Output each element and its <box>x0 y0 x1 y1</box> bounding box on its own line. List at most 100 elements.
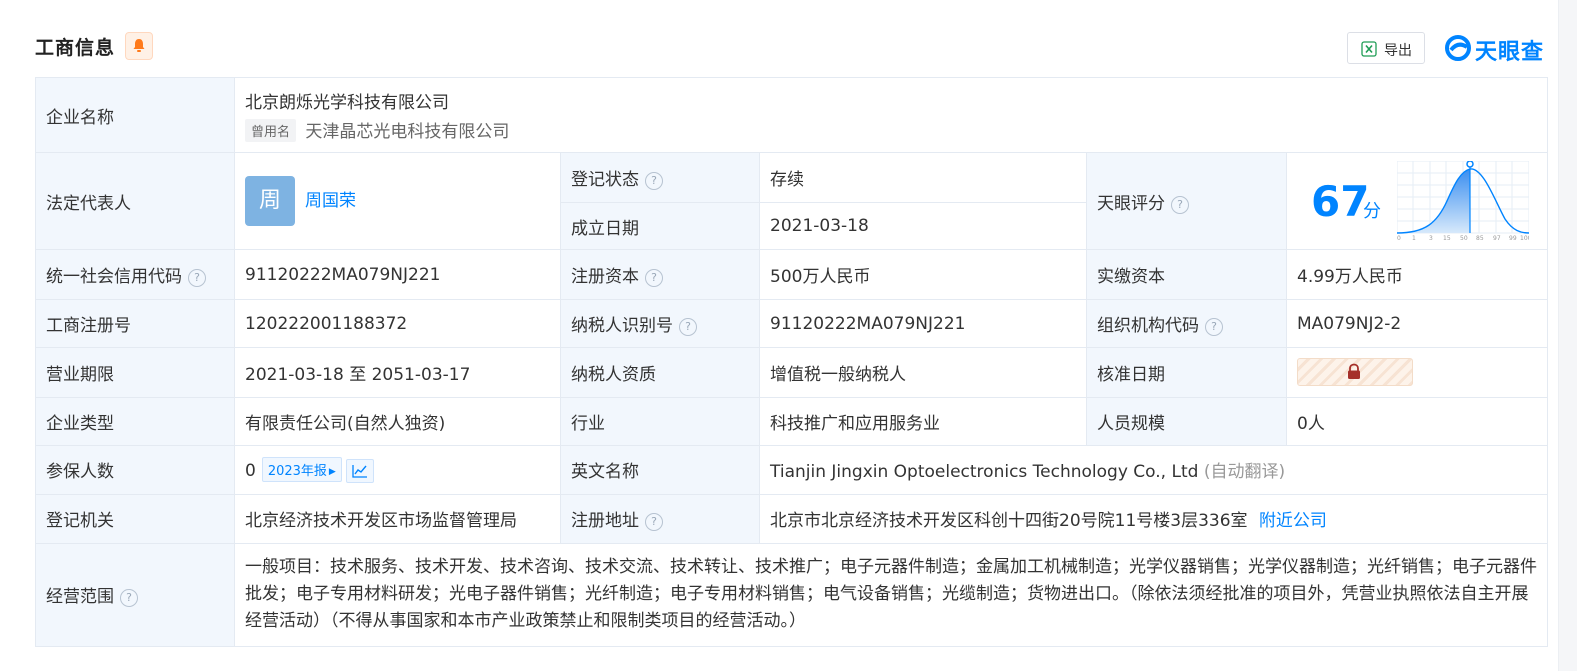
score-label-cell: 天眼评分? <box>1086 152 1287 251</box>
org-code-label-cell: 组织机构代码? <box>1086 299 1287 349</box>
export-button[interactable]: 导出 <box>1347 32 1425 64</box>
chart-tick: 97 <box>1493 235 1501 241</box>
nearby-companies-link[interactable]: 附近公司 <box>1259 511 1327 531</box>
scope-label: 经营范围 <box>46 587 114 608</box>
score-distribution-chart: 0 1 3 15 50 85 97 99 100 <box>1397 161 1529 241</box>
chart-tick: 99 <box>1509 235 1517 241</box>
approve-date-cell <box>1285 347 1549 398</box>
help-icon[interactable]: ? <box>645 269 663 288</box>
approve-date-label: 核准日期 <box>1086 347 1287 398</box>
trend-chart-button[interactable] <box>345 458 374 483</box>
founded-value: 2021-03-18 <box>759 202 1087 251</box>
founded-label: 成立日期 <box>560 202 760 251</box>
table-row: 营业期限 2021-03-18 至 2051-03-17 纳税人资质 增值税一般… <box>35 347 1549 398</box>
taxpayer-id-label: 纳税人识别号 <box>571 316 673 337</box>
help-icon[interactable]: ? <box>645 513 663 532</box>
score-value: 67 <box>1311 177 1370 227</box>
chart-tick: 3 <box>1429 235 1433 241</box>
reg-capital-value: 500万人民币 <box>759 249 1087 301</box>
chart-tick: 100 <box>1520 235 1529 241</box>
staff-value: 0人 <box>1285 396 1549 446</box>
table-row: 法定代表人 周周国荣 登记状态? 存续 天眼评分? 67 分 0 1 3 15 … <box>35 152 1549 251</box>
business-info-panel: 工商信息 导出 天眼查 企业名称 北京朗烁光学科技有限公司 曾用名 天津晶芯光电… <box>0 0 1577 671</box>
reg-capital-label: 注册资本 <box>571 267 639 288</box>
en-name-note: (自动翻译) <box>1203 462 1286 483</box>
en-name-cell: Tianjin Jingxin Optoelectronics Technolo… <box>758 444 1549 495</box>
table-row: 参保人数 0 2023年报 ▶ 英文名称 Tianjin Jingxin Optoe… <box>35 444 1549 495</box>
credit-code-label: 统一社会信用代码 <box>46 267 182 288</box>
tianyancha-logo-icon <box>1445 35 1471 61</box>
annual-report-year: 2023年报 <box>267 463 327 479</box>
scope-label-cell: 经营范围? <box>35 542 235 648</box>
table-row: 企业类型 有限责任公司(自然人独资) 行业 科技推广和应用服务业 人员规模 0人 <box>35 396 1549 446</box>
en-name-label: 英文名称 <box>560 444 760 495</box>
line-chart-icon <box>352 464 367 478</box>
section-title: 工商信息 <box>35 37 116 59</box>
reg-status-value: 存续 <box>759 152 1087 204</box>
company-name: 北京朗烁光学科技有限公司 <box>245 93 449 114</box>
score-label: 天眼评分 <box>1097 193 1165 214</box>
page-scrollbar[interactable] <box>1558 0 1577 671</box>
business-info-table: 企业名称 北京朗烁光学科技有限公司 曾用名 天津晶芯光电科技有限公司 法定代表人… <box>35 76 1549 648</box>
chart-tick: 15 <box>1443 235 1451 241</box>
table-row: 登记机关 北京经济技术开发区市场监督管理局 注册地址? 北京市北京经济技术开发区… <box>35 493 1549 544</box>
chart-tick: 85 <box>1476 235 1484 241</box>
scope-value: 一般项目：技术服务、技术开发、技术咨询、技术交流、技术转让、技术推广；电子元器件… <box>233 542 1549 648</box>
reg-capital-label-cell: 注册资本? <box>560 249 760 301</box>
term-label: 营业期限 <box>35 347 235 398</box>
help-icon[interactable]: ? <box>188 269 206 288</box>
address-value: 北京市北京经济技术开发区科创十四街20号院11号楼3层336室 <box>770 511 1248 532</box>
caret-right-icon: ▶ <box>328 466 336 477</box>
tax-qual-value: 增值税一般纳税人 <box>759 347 1087 398</box>
industry-value: 科技推广和应用服务业 <box>759 396 1087 446</box>
legal-rep-link[interactable]: 周国荣 <box>305 191 356 211</box>
bell-icon[interactable] <box>125 32 153 60</box>
insured-value: 0 <box>245 460 256 481</box>
table-row: 统一社会信用代码? 91120222MA079NJ221 注册资本? 500万人… <box>35 249 1549 301</box>
reg-no-value: 120222001188372 <box>234 299 561 349</box>
authority-value: 北京经济技术开发区市场监督管理局 <box>234 493 561 544</box>
left-gutter <box>0 0 14 671</box>
lock-icon <box>1348 364 1360 380</box>
type-label: 企业类型 <box>35 396 235 446</box>
tianyancha-logo: 天眼查 <box>1445 33 1549 65</box>
avatar[interactable]: 周 <box>245 176 295 227</box>
table-row: 经营范围? 一般项目：技术服务、技术开发、技术咨询、技术交流、技术转让、技术推广… <box>35 542 1549 648</box>
export-label: 导出 <box>1384 43 1412 59</box>
former-name-row: 曾用名 天津晶芯光电科技有限公司 <box>245 117 1537 143</box>
chart-tick: 0 <box>1397 235 1401 241</box>
table-row: 企业名称 北京朗烁光学科技有限公司 曾用名 天津晶芯光电科技有限公司 <box>35 76 1549 154</box>
type-value: 有限责任公司(自然人独资) <box>234 396 561 446</box>
legal-rep-label: 法定代表人 <box>35 152 235 251</box>
brand-name: 天眼查 <box>1475 40 1545 65</box>
term-value: 2021-03-18 至 2051-03-17 <box>234 347 561 398</box>
taxpayer-id-value: 91120222MA079NJ221 <box>759 299 1087 349</box>
reg-no-label: 工商注册号 <box>35 299 235 349</box>
annual-report-tag[interactable]: 2023年报 ▶ <box>261 456 342 482</box>
industry-label: 行业 <box>560 396 760 446</box>
authority-label: 登记机关 <box>35 493 235 544</box>
en-name-value: Tianjin Jingxin Optoelectronics Technolo… <box>770 462 1199 483</box>
former-name-tag: 曾用名 <box>245 119 297 143</box>
legal-rep-cell: 周周国荣 <box>234 152 561 251</box>
tax-qual-label: 纳税人资质 <box>560 347 760 398</box>
credit-code-label-cell: 统一社会信用代码? <box>35 249 235 301</box>
score-cell[interactable]: 67 分 0 1 3 15 50 85 97 99 10 <box>1285 152 1549 251</box>
vip-locked-field[interactable] <box>1297 358 1413 387</box>
help-icon[interactable]: ? <box>679 318 697 337</box>
insured-cell: 0 2023年报 ▶ <box>234 444 561 495</box>
chart-tick: 50 <box>1460 235 1468 241</box>
help-icon[interactable]: ? <box>645 172 663 191</box>
address-cell: 北京市北京经济技术开发区科创十四街20号院11号楼3层336室 附近公司 <box>758 493 1549 544</box>
section-header: 工商信息 导出 天眼查 <box>35 30 1547 68</box>
reg-status-label: 登记状态 <box>571 170 639 191</box>
paid-capital-label: 实缴资本 <box>1086 249 1287 301</box>
paid-capital-value: 4.99万人民币 <box>1285 249 1549 301</box>
address-label: 注册地址 <box>571 511 639 532</box>
org-code-value: MA079NJ2-2 <box>1285 299 1549 349</box>
help-icon[interactable]: ? <box>1171 195 1189 214</box>
score-unit: 分 <box>1363 201 1381 223</box>
help-icon[interactable]: ? <box>1205 318 1223 337</box>
help-icon[interactable]: ? <box>120 589 138 608</box>
reg-status-label-cell: 登记状态? <box>560 152 760 204</box>
